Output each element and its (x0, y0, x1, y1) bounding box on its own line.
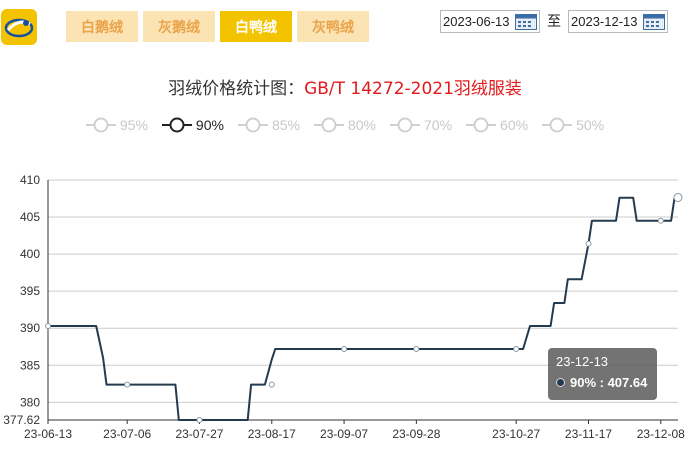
logo (1, 9, 37, 45)
legend-item-60pct[interactable]: 60% (466, 116, 528, 134)
data-point (45, 323, 51, 330)
x-tick-label: 23-08-17 (248, 427, 296, 441)
legend-label: 60% (500, 117, 529, 133)
x-tick-label: 23-07-27 (175, 427, 223, 441)
legend-item-70pct[interactable]: 70% (390, 116, 452, 134)
x-tick-label: 23-07-06 (103, 427, 151, 441)
calendar-icon[interactable] (515, 13, 537, 30)
start-date-value: 2023-06-13 (443, 14, 510, 29)
data-point (124, 381, 131, 388)
y-tick-label: 380 (20, 395, 40, 409)
tab-grey-duck[interactable]: 灰鸭绒 (297, 11, 369, 42)
legend-label: 70% (424, 117, 453, 133)
legend-label: 50% (576, 117, 605, 133)
y-tick-label: 395 (20, 284, 40, 298)
chart-title-standard: GB/T 14272-2021羽绒服装 (304, 79, 522, 99)
chart-title: 羽绒价格统计图：GB/T 14272-2021羽绒服装 (0, 74, 690, 99)
x-tick-label: 23-11-17 (565, 427, 612, 441)
legend-marker-icon (85, 117, 116, 133)
legend-label: 90% (195, 117, 224, 133)
end-date-field[interactable]: 2023-12-13 (568, 10, 668, 33)
legend-item-50pct[interactable]: 50% (542, 116, 604, 134)
tooltip-date: 23-12-13 (556, 354, 609, 369)
data-point (657, 217, 664, 224)
x-tick-label: 23-12-08 (637, 427, 685, 441)
tab-white-goose[interactable]: 白鹅绒 (66, 11, 138, 42)
legend-marker-icon (237, 117, 268, 133)
x-tick-label: 23-06-13 (24, 427, 72, 441)
fiber-type-tabs: 白鹅绒 灰鹅绒 白鸭绒 灰鸭绒 (66, 11, 369, 42)
tab-grey-goose[interactable]: 灰鹅绒 (143, 11, 215, 42)
x-tick-label: 23-09-28 (392, 427, 440, 441)
y-tick-label: 405 (20, 210, 40, 224)
y-tick-label: 377.62 (3, 413, 40, 427)
legend-marker-icon (542, 117, 573, 133)
y-tick-label: 385 (20, 358, 40, 372)
start-date-field[interactable]: 2023-06-13 (440, 10, 540, 33)
data-point (341, 345, 348, 352)
tab-white-duck[interactable]: 白鸭绒 (220, 11, 292, 42)
end-date-value: 2023-12-13 (571, 14, 638, 29)
legend-label: 80% (347, 117, 377, 133)
price-line-chart: 377.62 380 385 390 395 400 405 410 23-06-13 23-07… (3, 173, 685, 441)
data-point (585, 240, 592, 247)
tooltip-row: 90% : 407.64 (556, 375, 649, 390)
chart-tooltip: 23-12-13 90% : 407.64 (548, 348, 657, 400)
logo-icon (4, 18, 34, 38)
legend-item-85pct[interactable]: 85% (237, 116, 300, 134)
data-point (196, 417, 203, 423)
chart-legend: 95% 90% 85% 80% 70% 60% 50% (0, 116, 690, 134)
x-tick-label: 23-10-27 (492, 427, 540, 441)
data-point (413, 345, 420, 352)
x-tick-label: 23-09-07 (320, 427, 368, 441)
legend-item-90pct[interactable]: 90% (161, 116, 224, 134)
chart-title-prefix: 羽绒价格统计图： (168, 79, 305, 99)
y-tick-label: 390 (20, 321, 40, 335)
legend-marker-icon (161, 117, 192, 133)
data-point (673, 192, 683, 202)
tooltip-series-marker (556, 378, 565, 387)
y-tick-label: 400 (20, 247, 40, 261)
legend-item-95pct[interactable]: 95% (85, 116, 148, 134)
data-point (268, 381, 275, 388)
y-tick-label: 410 (20, 173, 40, 187)
calendar-icon[interactable] (643, 13, 665, 30)
legend-marker-icon (313, 117, 344, 133)
tooltip-value: 90% : 407.64 (570, 375, 648, 390)
legend-label: 85% (271, 117, 300, 133)
legend-marker-icon (390, 117, 421, 133)
data-point (513, 345, 520, 352)
date-separator: 至 (547, 14, 561, 30)
legend-label: 95% (119, 117, 148, 133)
legend-marker-icon (466, 117, 497, 133)
legend-item-80pct[interactable]: 80% (313, 116, 377, 134)
